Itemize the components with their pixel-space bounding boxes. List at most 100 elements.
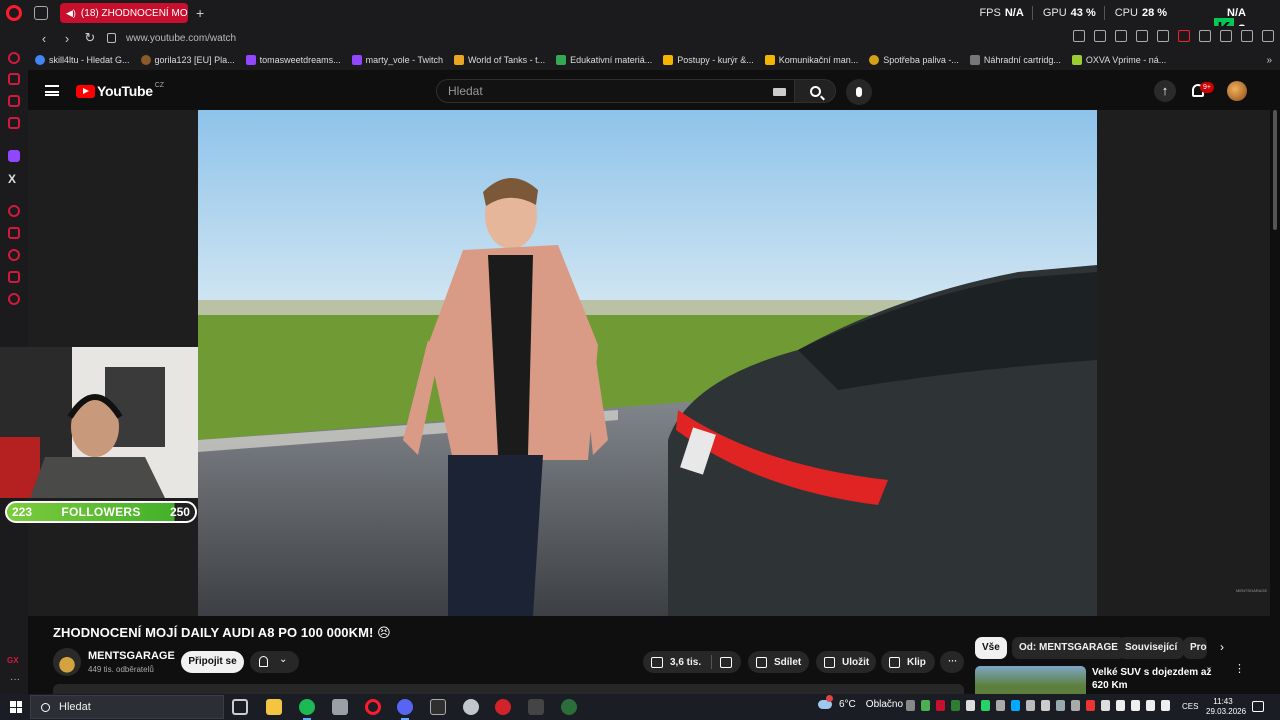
forward-icon[interactable]: › — [60, 31, 74, 46]
steam-tray-icon[interactable] — [1056, 700, 1065, 711]
opera-tray-icon[interactable] — [936, 700, 945, 711]
clock-icon[interactable] — [8, 249, 20, 261]
tab-active[interactable]: ◀) (18) ZHODNOCENÍ MO — [60, 3, 188, 23]
app-icon[interactable] — [528, 699, 544, 715]
description-box[interactable] — [53, 684, 964, 694]
gx-control-icon[interactable] — [8, 73, 20, 85]
chip-for-you[interactable]: Pro — [1183, 637, 1207, 659]
save-button[interactable]: Uložit — [816, 651, 876, 673]
keyboard-language[interactable]: CES — [1182, 702, 1198, 711]
opera-gx-icon[interactable] — [365, 699, 381, 715]
taskbar-search-input[interactable] — [59, 701, 209, 713]
weather-widget[interactable]: 6°C Oblačno — [818, 695, 903, 710]
tray-app-icon[interactable] — [1086, 700, 1095, 711]
tray-app-icon[interactable] — [1026, 700, 1035, 711]
epic-games-icon[interactable] — [430, 699, 446, 715]
bookmark-item[interactable]: Postupy - kurýr &... — [663, 55, 754, 65]
bookmark-item[interactable]: Edukativní materiá... — [556, 55, 652, 65]
video-player[interactable] — [198, 110, 1097, 616]
network-icon[interactable] — [1101, 700, 1110, 711]
tray-chevron-icon[interactable] — [906, 700, 915, 711]
extensions-icon[interactable] — [1220, 30, 1232, 42]
spotify-icon[interactable] — [299, 699, 315, 720]
tray-app-icon[interactable] — [996, 700, 1005, 711]
tab-workspaces-icon[interactable] — [34, 6, 48, 20]
discord-icon[interactable] — [397, 699, 413, 720]
lock-icon[interactable] — [107, 33, 116, 43]
like-icon[interactable] — [651, 656, 663, 668]
tray-app-icon[interactable] — [1041, 700, 1050, 711]
bookmark-item[interactable]: Komunikační man... — [764, 55, 858, 65]
url-field[interactable]: www.youtube.com/watch — [126, 33, 236, 44]
chip-related[interactable]: Související — [1118, 637, 1185, 659]
recommended-menu-icon[interactable]: ⋮ — [1234, 664, 1245, 675]
subscription-bell-button[interactable]: ⌄ — [250, 651, 299, 673]
menu-icon[interactable] — [1262, 30, 1274, 42]
join-button[interactable]: Připojit se — [181, 651, 244, 673]
speaker-icon[interactable]: ◀) — [66, 8, 76, 19]
vpn-icon[interactable] — [1115, 30, 1127, 42]
windows-start-icon[interactable] — [10, 701, 22, 713]
taskbar-clock[interactable]: 11:43 29.03.2026 — [1206, 697, 1246, 717]
search-button[interactable] — [794, 79, 836, 103]
bookmark-item[interactable]: World of Tanks - t... — [453, 55, 545, 65]
snapshot-icon[interactable] — [1094, 30, 1106, 42]
chip-all[interactable]: Vše — [975, 637, 1007, 659]
recommended-thumbnail[interactable] — [975, 666, 1086, 694]
recommended-title[interactable]: Velké SUV s dojezdem až 620 Km — [1092, 666, 1227, 692]
gx-corner-icon[interactable] — [8, 95, 20, 107]
tray-app-icon[interactable] — [1071, 700, 1080, 711]
bookmark-item[interactable]: Náhradní cartridg... — [969, 55, 1061, 65]
youtube-logo[interactable]: YouTube CZ — [76, 82, 164, 99]
heart-icon[interactable] — [1157, 30, 1169, 42]
history-icon[interactable] — [8, 205, 20, 217]
keyboard-icon[interactable] — [773, 88, 786, 96]
messenger-icon[interactable] — [8, 117, 20, 129]
profile-icon[interactable] — [1199, 30, 1211, 42]
extensions-icon[interactable] — [8, 271, 20, 283]
tray-app-icon[interactable] — [951, 700, 960, 711]
bookmark-item[interactable]: skill4ltu - Hledat G... — [35, 55, 130, 65]
new-tab-button[interactable]: + — [196, 5, 204, 21]
channel-name[interactable]: MENTSGARAGE — [88, 650, 175, 662]
clip-button[interactable]: Klip — [881, 651, 935, 673]
nvidia-icon[interactable] — [921, 700, 930, 711]
account-avatar[interactable] — [1227, 81, 1247, 101]
wargaming-icon[interactable] — [463, 699, 479, 715]
page-scrollbar[interactable] — [1272, 110, 1278, 694]
task-view-icon[interactable] — [232, 699, 248, 715]
channel-avatar[interactable] — [53, 648, 81, 676]
player-icon[interactable] — [1136, 30, 1148, 42]
volume-icon[interactable] — [1131, 700, 1140, 711]
settings-icon[interactable] — [8, 293, 20, 305]
tray-app-icon[interactable] — [1161, 700, 1170, 711]
bookmark-item[interactable]: OXVA Vprime - ná... — [1071, 55, 1166, 65]
gx-logo[interactable]: GX — [7, 656, 19, 665]
share-button[interactable]: Sdílet — [748, 651, 809, 673]
pin-icon[interactable] — [1073, 30, 1085, 42]
file-explorer-icon[interactable] — [266, 699, 282, 715]
search-input[interactable] — [448, 84, 748, 98]
more-actions-button[interactable]: ··· — [940, 651, 964, 673]
voice-search-button[interactable] — [846, 79, 872, 105]
tray-app-icon[interactable] — [966, 700, 975, 711]
microphone-icon[interactable] — [1116, 700, 1125, 711]
chip-next-icon[interactable]: › — [1220, 640, 1224, 654]
like-count[interactable]: 3,6 tis. — [670, 657, 701, 668]
notification-center-icon[interactable] — [1252, 701, 1264, 712]
download-icon[interactable] — [1241, 30, 1253, 42]
chip-from-channel[interactable]: Od: MENTSGARAGE — [1012, 637, 1125, 659]
aria-icon[interactable] — [8, 52, 20, 64]
steam-icon[interactable] — [332, 699, 348, 715]
create-upload-icon[interactable]: ↑ — [1154, 80, 1176, 102]
scrollbar-thumb[interactable] — [1273, 110, 1277, 230]
bookmark-item[interactable]: gorila123 [EU] Pla... — [140, 55, 235, 65]
back-icon[interactable]: ‹ — [37, 31, 51, 46]
bookmarks-more-icon[interactable]: » — [1266, 55, 1272, 66]
hamburger-menu-icon[interactable] — [45, 85, 59, 96]
sidebar-more-icon[interactable]: ··· — [10, 674, 20, 685]
dislike-icon[interactable] — [720, 656, 733, 668]
reload-icon[interactable]: ↻ — [83, 30, 97, 46]
red-app-icon[interactable] — [495, 699, 511, 715]
whatsapp-icon[interactable] — [981, 700, 990, 711]
